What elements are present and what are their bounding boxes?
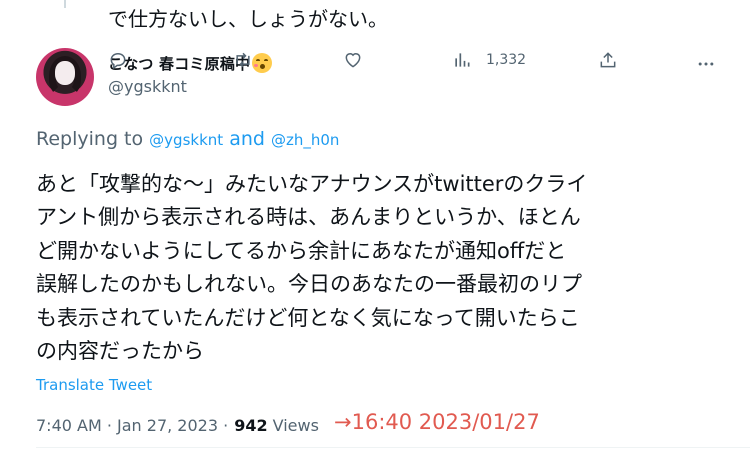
tweet-text-line: 誤解したのかもしれない。今日のあなたの一番最初のリプ [36,272,582,297]
tweet-timestamp[interactable]: 7:40 AM · Jan 27, 2023 · [36,416,228,435]
reply-button[interactable] [108,50,128,70]
more-dots-icon [698,62,714,66]
tweet-text-line: アント側から表示される時は、あんまりというか、ほとん [36,205,581,230]
reply-icon [110,52,126,70]
retweet-icon [236,52,250,68]
bar-chart-icon [455,53,470,67]
previous-tweet-text: で仕方ないし、しょうがない。 [108,7,388,31]
thread-connector-line [64,0,66,8]
share-button[interactable] [598,50,618,70]
replying-to-conjunction: and [229,128,265,150]
more-options-button[interactable] [696,54,716,74]
author-handle[interactable]: @ygskknt [108,77,187,96]
replying-to-line: Replying to @ygskknt and @zh_h0n [36,128,339,150]
handwritten-time-annotation: →16:40 2023/01/27 [334,410,540,434]
like-button[interactable] [342,50,364,70]
tweet-text-line: も表示されていたんだけど何となく気になって開いたらこ [36,305,580,330]
mention-link[interactable]: @zh_h0n [271,131,339,149]
translate-tweet-link[interactable]: Translate Tweet [36,376,152,394]
views-count: 1,332 [486,52,527,68]
tweet-text-line: の内容だったから [36,339,204,364]
share-icon [600,52,616,68]
kissing-face-emoji-icon [252,53,273,73]
tweet-text-line: ど開かないようにしてるから余計にあなたが通知offだと [36,238,567,263]
mention-link[interactable]: @ygskknt [149,131,223,149]
replying-to-prefix: Replying to [36,128,144,150]
tweet-text-line: あと「攻撃的な〜」みたいなアナウンスがtwitterのクライ [36,172,588,196]
retweet-button[interactable] [232,50,254,70]
divider [36,447,750,448]
heart-icon [345,53,361,68]
author-display-name[interactable]: こなつ 春コミ原稿中 [108,53,250,74]
views-button[interactable]: 1,332 [452,50,526,70]
views-label: Views [272,416,319,435]
tweet-body: あと「攻撃的な〜」みたいなアナウンスがtwitterのクライ アント側から表示さ… [36,168,726,368]
views-number: 942 [234,416,268,435]
tweet-metadata: 7:40 AM · Jan 27, 2023 · 942 Views [36,416,319,435]
avatar[interactable] [36,48,94,106]
